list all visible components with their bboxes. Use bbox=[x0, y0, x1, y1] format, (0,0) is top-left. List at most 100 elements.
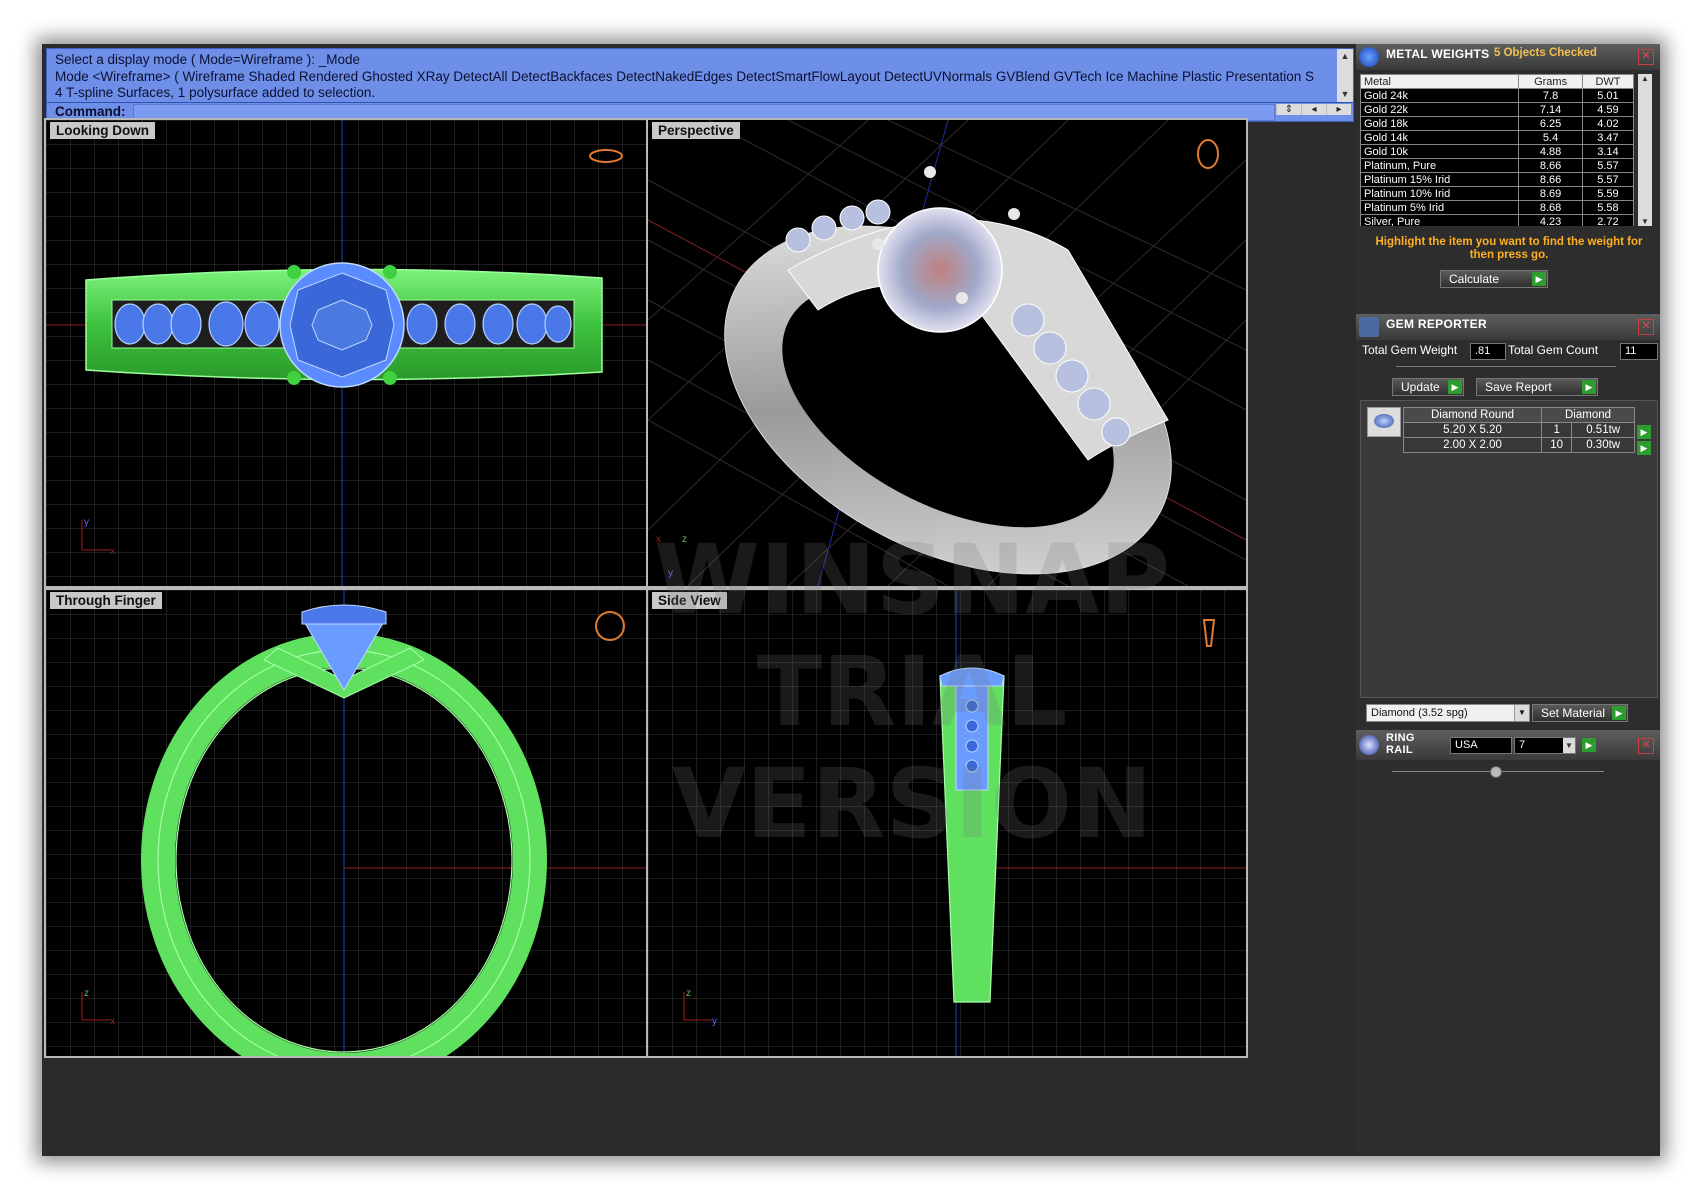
gem-divider bbox=[1396, 366, 1616, 367]
update-label: Update bbox=[1401, 380, 1440, 394]
ring-rail-region[interactable]: USA bbox=[1450, 737, 1512, 754]
ring-rail-icon bbox=[1359, 735, 1379, 755]
calculate-button[interactable]: Calculate ▶ bbox=[1440, 270, 1548, 288]
command-left-icon[interactable]: ◂ bbox=[1301, 104, 1326, 115]
set-material-label: Set Material bbox=[1541, 706, 1606, 720]
go-arrow-icon[interactable]: ▶ bbox=[1582, 380, 1596, 394]
svg-text:x: x bbox=[656, 534, 661, 545]
metal-grams: 6.25 bbox=[1518, 116, 1583, 131]
metal-weights-column-header[interactable]: DWT bbox=[1581, 74, 1634, 89]
metal-dwt: 5.57 bbox=[1581, 172, 1634, 187]
metal-grams: 8.68 bbox=[1518, 200, 1583, 215]
table-row[interactable]: Gold 24k 7.8 5.01 bbox=[1360, 88, 1634, 103]
table-row[interactable]: 5.20 X 5.20 1 0.51tw bbox=[1402, 422, 1635, 438]
table-row[interactable]: Platinum 15% Irid 8.66 5.57 bbox=[1360, 172, 1634, 187]
go-arrow-icon[interactable]: ▶ bbox=[1582, 738, 1596, 752]
metal-grams: 8.66 bbox=[1518, 172, 1583, 187]
go-arrow-icon[interactable]: ▶ bbox=[1637, 441, 1651, 455]
table-row[interactable]: Platinum 5% Irid 8.68 5.58 bbox=[1360, 200, 1634, 215]
metal-dwt: 3.47 bbox=[1581, 130, 1634, 145]
gem-header-shape: Diamond Round bbox=[1402, 407, 1543, 423]
command-history-scrollbar[interactable]: ▲ ▼ bbox=[1337, 49, 1353, 102]
viewport-side-view[interactable]: Side View z y bbox=[646, 588, 1248, 1058]
ring-rail-slider-handle[interactable] bbox=[1490, 766, 1502, 778]
viewport-title[interactable]: Perspective bbox=[652, 122, 740, 139]
viewport-title[interactable]: Side View bbox=[652, 592, 727, 609]
metal-grams: 4.23 bbox=[1518, 214, 1583, 226]
metal-weights-table: Metal Grams DWT Gold 24k 7.8 5.01 Gold 22k 7.1… bbox=[1360, 74, 1634, 226]
set-material-button[interactable]: Set Material ▶ bbox=[1532, 704, 1628, 722]
viewport-looking-down[interactable]: Looking Down y x bbox=[44, 118, 648, 588]
metal-dwt: 5.57 bbox=[1581, 158, 1634, 173]
table-row[interactable]: Platinum, Pure 8.66 5.57 bbox=[1360, 158, 1634, 173]
go-arrow-icon[interactable]: ▶ bbox=[1532, 272, 1546, 286]
metal-weights-titlebar: METAL WEIGHTS 5 Objects Checked ✕ bbox=[1356, 44, 1660, 70]
material-select[interactable]: Diamond (3.52 spg) ▼ bbox=[1366, 704, 1530, 722]
gem-report-table: Diamond Round Diamond 5.20 X 5.20 1 0.51… bbox=[1402, 407, 1635, 453]
gem-reporter-title: GEM REPORTER bbox=[1386, 317, 1487, 331]
metal-name: Platinum 10% Irid bbox=[1360, 186, 1520, 201]
close-icon[interactable]: ✕ bbox=[1638, 319, 1654, 335]
gem-report-header: Diamond Round Diamond bbox=[1402, 407, 1635, 423]
metal-weights-scrollbar[interactable]: ▲ ▼ bbox=[1638, 74, 1652, 226]
metal-weights-status: 5 Objects Checked bbox=[1494, 47, 1597, 59]
viewport-title[interactable]: Looking Down bbox=[50, 122, 155, 139]
metal-dwt: 4.02 bbox=[1581, 116, 1634, 131]
go-arrow-icon[interactable]: ▶ bbox=[1612, 706, 1626, 720]
viewport-through-finger[interactable]: Through Finger z x bbox=[44, 588, 648, 1058]
metal-grams: 7.14 bbox=[1518, 102, 1583, 117]
command-label: Command: bbox=[55, 104, 126, 119]
metal-weights-title: METAL WEIGHTS bbox=[1386, 47, 1490, 61]
total-gem-weight-value: .81 bbox=[1470, 343, 1506, 360]
table-row[interactable]: Silver, Pure 4.23 2.72 bbox=[1360, 214, 1634, 226]
scroll-up-icon[interactable]: ▲ bbox=[1338, 49, 1352, 63]
metal-dwt: 3.14 bbox=[1581, 144, 1634, 159]
chevron-down-icon[interactable]: ▼ bbox=[1514, 705, 1529, 721]
command-right-icon[interactable]: ▸ bbox=[1326, 104, 1351, 115]
scroll-up-icon[interactable]: ▲ bbox=[1638, 74, 1652, 83]
update-button[interactable]: Update ▶ bbox=[1392, 378, 1464, 396]
command-nav: ⇕ ◂ ▸ bbox=[1276, 104, 1351, 115]
total-gem-weight-label: Total Gem Weight bbox=[1362, 343, 1458, 357]
metal-name: Platinum 15% Irid bbox=[1360, 172, 1520, 187]
close-icon[interactable]: ✕ bbox=[1638, 738, 1654, 754]
app-window: Select a display mode ( Mode=Wireframe )… bbox=[42, 44, 1660, 1156]
table-row[interactable]: Gold 10k 4.88 3.14 bbox=[1360, 144, 1634, 159]
command-history: Select a display mode ( Mode=Wireframe )… bbox=[55, 52, 1325, 102]
go-arrow-icon[interactable]: ▶ bbox=[1637, 425, 1651, 439]
metal-dwt: 5.59 bbox=[1581, 186, 1634, 201]
scroll-down-icon[interactable]: ▼ bbox=[1338, 87, 1352, 101]
viewport-perspective[interactable]: Perspective x z y bbox=[646, 118, 1248, 588]
metal-dwt: 4.59 bbox=[1581, 102, 1634, 117]
command-history-line-2[interactable]: Mode <Wireframe> ( Wireframe Shaded Rend… bbox=[55, 69, 1325, 86]
svg-text:z: z bbox=[84, 988, 89, 999]
metal-weights-column-header[interactable]: Metal bbox=[1360, 74, 1520, 89]
metal-dwt: 2.72 bbox=[1581, 214, 1634, 226]
svg-text:x: x bbox=[110, 1016, 115, 1027]
svg-text:z: z bbox=[682, 534, 687, 545]
chevron-down-icon[interactable]: ▼ bbox=[1563, 738, 1575, 753]
table-row[interactable]: 2.00 X 2.00 10 0.30tw bbox=[1402, 437, 1635, 453]
scroll-down-icon[interactable]: ▼ bbox=[1638, 217, 1652, 226]
looking-down-canvas: y x bbox=[46, 120, 646, 586]
ring-size-select[interactable]: 7 ▼ bbox=[1514, 737, 1576, 754]
save-report-button[interactable]: Save Report ▶ bbox=[1476, 378, 1598, 396]
viewport-title[interactable]: Through Finger bbox=[50, 592, 162, 609]
command-spin-icon[interactable]: ⇕ bbox=[1276, 104, 1301, 115]
gem-weight: 0.30tw bbox=[1571, 437, 1635, 453]
metal-weights-table-wrap: Metal Grams DWT Gold 24k 7.8 5.01 Gold 22k 7.1… bbox=[1360, 74, 1634, 226]
side-view-canvas: z y bbox=[648, 590, 1246, 1056]
metal-weights-column-header[interactable]: Grams bbox=[1518, 74, 1583, 89]
material-select-value: Diamond (3.52 spg) bbox=[1371, 707, 1468, 719]
table-row[interactable]: Gold 22k 7.14 4.59 bbox=[1360, 102, 1634, 117]
svg-text:y: y bbox=[712, 1016, 717, 1027]
table-row[interactable]: Gold 14k 5.4 3.47 bbox=[1360, 130, 1634, 145]
table-row[interactable]: Gold 18k 6.25 4.02 bbox=[1360, 116, 1634, 131]
go-arrow-icon[interactable]: ▶ bbox=[1448, 380, 1462, 394]
ring-rail-title: RING RAIL bbox=[1386, 732, 1415, 756]
svg-text:y: y bbox=[84, 517, 89, 528]
metal-name: Platinum, Pure bbox=[1360, 158, 1520, 173]
metal-grams: 8.66 bbox=[1518, 158, 1583, 173]
table-row[interactable]: Platinum 10% Irid 8.69 5.59 bbox=[1360, 186, 1634, 201]
close-icon[interactable]: ✕ bbox=[1638, 49, 1654, 65]
